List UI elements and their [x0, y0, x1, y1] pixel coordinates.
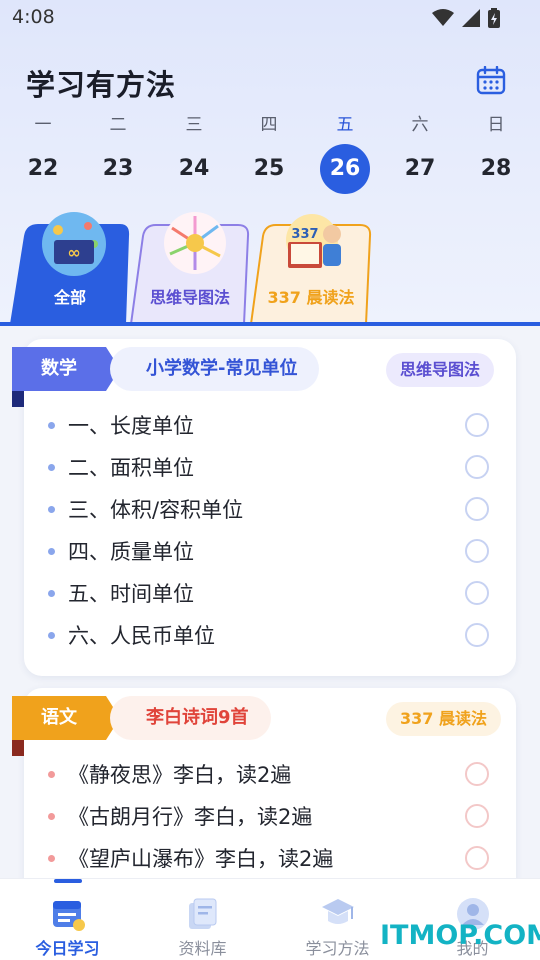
- list-item[interactable]: 六、人民币单位: [24, 614, 516, 656]
- today-study-icon: [53, 901, 85, 931]
- all-tab-illustration-icon: ∞: [42, 212, 106, 276]
- calendar-icon[interactable]: [476, 66, 506, 96]
- tab-337-reading[interactable]: 337 337 晨读法: [250, 214, 372, 324]
- checkbox-circle[interactable]: [465, 623, 489, 647]
- date-number: 26: [320, 144, 370, 194]
- item-label: 三、体积/容积单位: [68, 498, 244, 522]
- task-card-math[interactable]: 数学 小学数学-常见单位 思维导图法 一、长度单位 二、面积单位 三、体积/容积…: [12, 339, 516, 676]
- weekday-label: 三: [185, 115, 203, 135]
- day-tue[interactable]: 二 23: [88, 112, 148, 194]
- item-label: 二、面积单位: [68, 456, 194, 480]
- checkbox-circle[interactable]: [465, 581, 489, 605]
- tab-label: 全部: [53, 288, 86, 307]
- checkbox-circle[interactable]: [465, 846, 489, 870]
- day-wed[interactable]: 三 24: [164, 112, 224, 194]
- day-sun[interactable]: 日 28: [466, 112, 526, 194]
- list-item[interactable]: 一、长度单位: [24, 404, 516, 446]
- subject-tag: 语文: [12, 696, 122, 756]
- status-icons: [432, 8, 500, 28]
- method-badge[interactable]: 337 晨读法: [386, 702, 501, 736]
- topic-pill: 李白诗词9首: [110, 696, 271, 740]
- weekday-label: 六: [411, 115, 429, 135]
- bullet-dot: [48, 632, 55, 639]
- item-label: 《静夜思》李白，读2遍: [68, 763, 292, 787]
- checkbox-circle[interactable]: [465, 497, 489, 521]
- day-sat[interactable]: 六 27: [390, 112, 450, 194]
- day-fri-selected[interactable]: 五 26: [315, 112, 375, 194]
- subject-label: 数学: [41, 358, 77, 379]
- nav-label: 资料库: [178, 939, 227, 958]
- checkbox-circle[interactable]: [465, 804, 489, 828]
- date-number: 22: [27, 156, 59, 181]
- week-strip: 一 22 二 23 三 24 四 25 五 26 六 27 日 28: [0, 112, 540, 202]
- weekday-label: 一: [34, 115, 52, 135]
- library-icon: [189, 898, 217, 929]
- weekday-label: 二: [109, 115, 127, 135]
- date-number: 24: [178, 156, 210, 181]
- bullet-dot: [48, 813, 55, 820]
- bullet-dot: [48, 590, 55, 597]
- day-thu[interactable]: 四 25: [239, 112, 299, 194]
- list-item[interactable]: 二、面积单位: [24, 446, 516, 488]
- day-mon[interactable]: 一 22: [13, 112, 73, 194]
- subject-tag: 数学: [12, 347, 122, 407]
- study-methods-icon: [322, 899, 354, 924]
- wifi-icon: [432, 9, 454, 26]
- tab-all[interactable]: ∞ 全部: [10, 212, 130, 324]
- bullet-dot: [48, 464, 55, 471]
- list-item[interactable]: 三、体积/容积单位: [24, 488, 516, 530]
- tab-label: 思维导图法: [149, 288, 230, 307]
- tab-label: 337 晨读法: [267, 288, 355, 307]
- weekday-label: 五: [336, 115, 354, 135]
- method-badge[interactable]: 思维导图法: [386, 353, 495, 387]
- nav-today-study[interactable]: 今日学习: [0, 879, 135, 960]
- item-label: 《望庐山瀑布》李白，读2遍: [68, 847, 334, 871]
- bullet-dot: [48, 422, 55, 429]
- page-title: 学习有方法: [26, 68, 177, 102]
- nav-label: 今日学习: [35, 939, 100, 958]
- nav-library[interactable]: 资料库: [135, 879, 270, 960]
- signal-icon: [462, 9, 480, 27]
- list-item[interactable]: 四、质量单位: [24, 530, 516, 572]
- weekday-label: 四: [260, 115, 278, 135]
- list-item[interactable]: 《古朗月行》李白，读2遍: [24, 795, 516, 837]
- tab-mind-map[interactable]: 思维导图法: [130, 212, 250, 324]
- status-time: 4:08: [12, 6, 55, 28]
- item-label: 五、时间单位: [68, 582, 194, 606]
- item-label: 四、质量单位: [68, 540, 194, 564]
- bullet-dot: [48, 506, 55, 513]
- status-bar: 4:08: [0, 0, 540, 36]
- tab-underline-bar: [0, 322, 540, 326]
- subject-label: 语文: [41, 707, 77, 728]
- bullet-dot: [48, 855, 55, 862]
- item-label: 《古朗月行》李白，读2遍: [68, 805, 313, 829]
- checkbox-circle[interactable]: [465, 455, 489, 479]
- date-number: 23: [102, 156, 134, 181]
- checkbox-circle[interactable]: [465, 413, 489, 437]
- checkbox-circle[interactable]: [465, 762, 489, 786]
- list-item[interactable]: 《望庐山瀑布》李白，读2遍: [24, 837, 516, 879]
- weekday-label: 日: [487, 115, 505, 135]
- date-number: 28: [480, 156, 512, 181]
- watermark-text: ITMOP.COM: [380, 920, 540, 951]
- list-item[interactable]: 《静夜思》李白，读2遍: [24, 753, 516, 795]
- svg-text:337: 337: [291, 227, 318, 242]
- mind-map-illustration-icon: [164, 212, 226, 274]
- bullet-dot: [48, 771, 55, 778]
- checkbox-circle[interactable]: [465, 539, 489, 563]
- item-label: 一、长度单位: [68, 414, 194, 438]
- date-number: 25: [253, 156, 285, 181]
- bullet-dot: [48, 548, 55, 555]
- item-label: 六、人民币单位: [68, 624, 215, 648]
- list-item[interactable]: 五、时间单位: [24, 572, 516, 614]
- svg-text:∞: ∞: [67, 243, 80, 262]
- reading-illustration-icon: 337: [286, 214, 341, 268]
- battery-icon: [488, 8, 500, 28]
- topic-pill: 小学数学-常见单位: [110, 347, 320, 391]
- date-number: 27: [404, 156, 436, 181]
